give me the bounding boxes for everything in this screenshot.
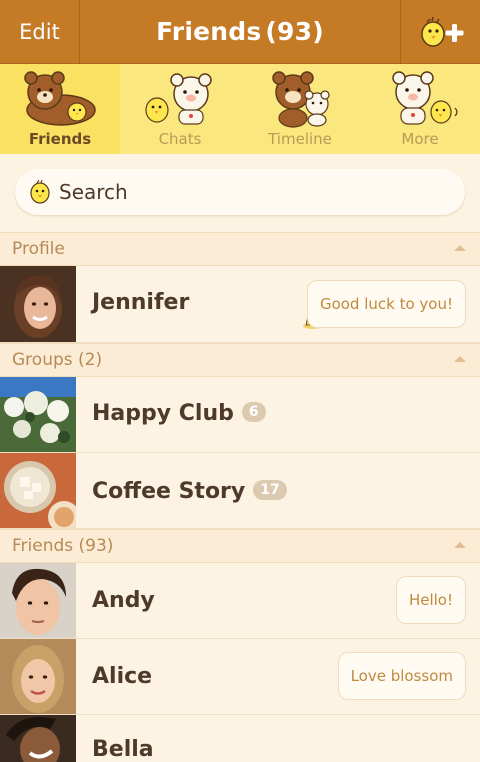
tab-more[interactable]: More <box>360 64 480 154</box>
avatar <box>0 639 76 714</box>
avatar <box>0 266 76 342</box>
collapse-caret-icon[interactable] <box>454 542 466 548</box>
tab-label: Friends <box>28 130 92 148</box>
group-row[interactable]: Coffee Story 17 <box>0 453 480 529</box>
chick-white-bear-icon <box>145 73 212 125</box>
profile-row[interactable]: Jennifer Good luck to you! <box>0 266 480 343</box>
friend-row[interactable]: Bella <box>0 715 480 762</box>
member-count-badge: 6 <box>241 402 266 422</box>
group-name: Happy Club 6 <box>92 401 266 426</box>
add-friend-button[interactable] <box>400 0 480 64</box>
group-name-text: Coffee Story <box>92 479 246 504</box>
status-message-bubble[interactable]: Hello! <box>395 576 466 624</box>
search-area: Search <box>0 154 480 232</box>
group-name-text: Happy Club <box>92 401 234 426</box>
status-message-bubble[interactable]: Good luck to you! <box>306 280 466 328</box>
friend-name: Alice <box>92 664 153 689</box>
tab-bar: Friends Chats Timeline More <box>0 64 480 154</box>
edit-button[interactable]: Edit <box>0 0 80 64</box>
friend-name: Bella <box>92 737 154 762</box>
tab-friends[interactable]: Friends <box>0 64 120 154</box>
section-header-friends[interactable]: Friends (93) <box>0 529 480 563</box>
chick-icon <box>30 179 50 204</box>
collapse-caret-icon[interactable] <box>454 245 466 251</box>
tab-label: Timeline <box>268 130 332 148</box>
chick-plus-icon <box>420 16 463 47</box>
bear-chick-icon <box>24 71 96 126</box>
section-label: Friends (93) <box>12 536 114 556</box>
white-bear-chick-icon <box>392 71 458 125</box>
friend-row[interactable]: Andy Hello! <box>0 563 480 639</box>
tab-label: Chats <box>158 130 202 148</box>
avatar <box>0 715 76 762</box>
page-title: Friends (93) <box>80 17 400 46</box>
tab-timeline[interactable]: Timeline <box>240 64 360 154</box>
bears-icon <box>272 71 330 128</box>
avatar <box>0 563 76 638</box>
collapse-caret-icon[interactable] <box>454 356 466 362</box>
avatar <box>0 453 76 528</box>
group-name: Coffee Story 17 <box>92 479 287 504</box>
search-input[interactable]: Search <box>15 169 465 215</box>
section-label: Profile <box>12 239 65 259</box>
avatar <box>0 377 76 452</box>
section-label: Groups (2) <box>12 350 103 370</box>
section-header-profile[interactable]: Profile <box>0 232 480 266</box>
tab-label: More <box>401 130 439 148</box>
friend-row[interactable]: Alice Love blossom <box>0 639 480 715</box>
friend-count: (93) <box>265 17 324 46</box>
tab-chats[interactable]: Chats <box>120 64 240 154</box>
search-placeholder: Search <box>59 180 128 204</box>
status-message-bubble[interactable]: Love blossom <box>337 652 466 700</box>
profile-name: Jennifer <box>92 290 190 315</box>
header-bar: Edit Friends (93) <box>0 0 480 64</box>
friend-name: Andy <box>92 588 155 613</box>
member-count-badge: 17 <box>253 480 287 500</box>
group-row[interactable]: Happy Club 6 <box>0 377 480 453</box>
title-text: Friends <box>156 17 262 46</box>
section-header-groups[interactable]: Groups (2) <box>0 343 480 377</box>
